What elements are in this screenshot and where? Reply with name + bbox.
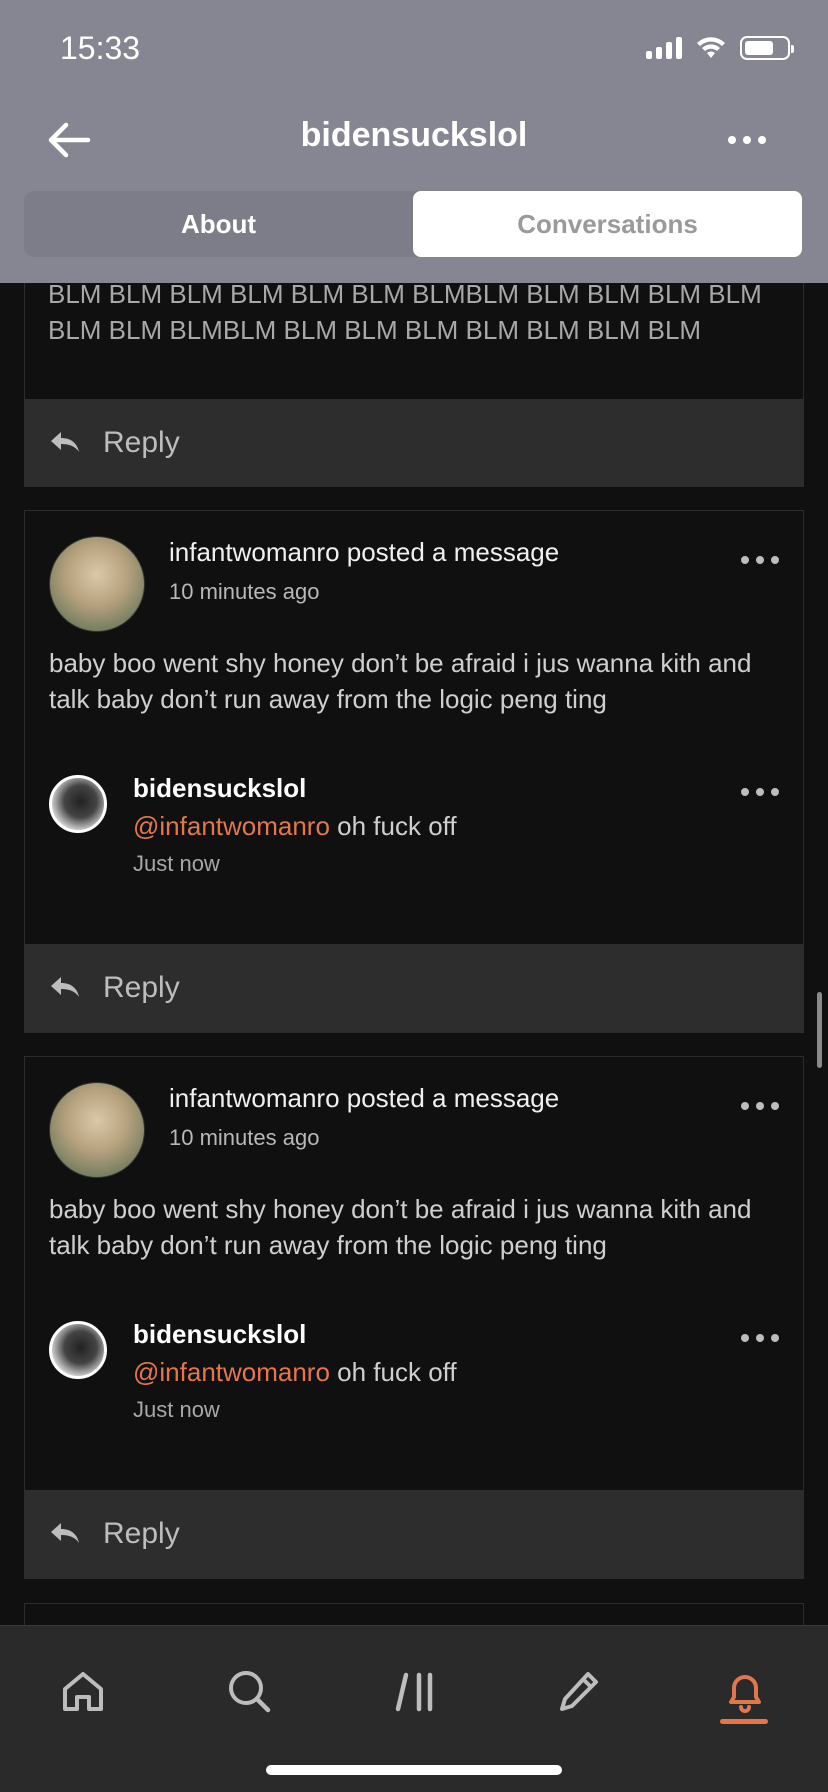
reply-body: oh fuck off [329, 1357, 457, 1387]
reply-button[interactable]: Reply [25, 1490, 803, 1578]
tab-conversations[interactable]: Conversations [413, 191, 802, 257]
reply-more-icon[interactable] [741, 1334, 779, 1342]
post-more-icon[interactable] [741, 1102, 779, 1110]
avatar[interactable] [49, 536, 145, 632]
nav-compose[interactable] [534, 1646, 624, 1736]
reply-text: @infantwomanro oh fuck off [133, 811, 457, 842]
scrollbar[interactable] [817, 992, 822, 1068]
mention-link[interactable]: @infantwomanro [133, 1357, 330, 1387]
mention-link[interactable]: @infantwomanro [133, 811, 330, 841]
bell-icon [729, 1675, 761, 1713]
active-tab-indicator [720, 1719, 768, 1724]
tab-about[interactable]: About [24, 191, 413, 257]
conversation-card: infantwomanro posted a message 10 minute… [24, 1056, 804, 1579]
battery-icon [740, 36, 794, 60]
post-header: infantwomanro posted a message 10 minute… [25, 1057, 803, 1187]
reply-label: Reply [103, 426, 180, 459]
home-icon [63, 1672, 103, 1711]
compose-icon [560, 1672, 598, 1711]
reply-username[interactable]: bidensuckslol [133, 1319, 306, 1350]
nav-home[interactable] [38, 1646, 128, 1736]
status-time: 15:33 [60, 30, 141, 66]
home-indicator [266, 1765, 562, 1775]
reply-button[interactable]: Reply [25, 944, 803, 1032]
post-timestamp: 10 minutes ago [169, 1125, 320, 1150]
avatar[interactable] [49, 1082, 145, 1178]
post-text: baby boo went shy honey don’t be afraid … [49, 1194, 752, 1260]
reply-button[interactable]: Reply [25, 399, 803, 487]
status-icons [646, 36, 794, 60]
avatar[interactable] [49, 775, 107, 833]
reply-username[interactable]: bidensuckslol [133, 773, 306, 804]
header: 15:33 bidensuckslol About Conversations [0, 0, 828, 283]
tab-bar: About Conversations [24, 191, 802, 257]
reply-icon [51, 977, 79, 997]
reply-item: bidensuckslol @infantwomanro oh fuck off… [25, 1291, 803, 1461]
reply-icon [51, 1523, 79, 1543]
nav-community[interactable] [370, 1646, 460, 1736]
nav-search[interactable] [204, 1646, 294, 1736]
post-text: baby boo went shy honey don’t be afraid … [49, 648, 752, 714]
screen: Reply BLM BLM BLM BLM BLM BLM BLMBLM BLM… [0, 0, 828, 1792]
reply-label: Reply [103, 971, 180, 1004]
reply-timestamp: Just now [133, 1397, 220, 1422]
reply-item: bidensuckslol @infantwomanro oh fuck off… [25, 745, 803, 915]
signal-icon [646, 37, 682, 59]
message-text: BLM BLM BLM BLM BLM BLM BLMBLM BLM BLM B… [48, 279, 762, 345]
wifi-icon [697, 37, 725, 58]
reply-text: @infantwomanro oh fuck off [133, 1357, 457, 1388]
reply-label: Reply [103, 1517, 180, 1550]
search-icon [229, 1671, 271, 1713]
avatar[interactable] [49, 1321, 107, 1379]
community-icon [395, 1672, 433, 1712]
conversation-card: infantwomanro posted a message 10 minute… [24, 510, 804, 1033]
page-title: bidensuckslol [300, 116, 528, 154]
post-timestamp: 10 minutes ago [169, 579, 320, 604]
reply-icon [51, 432, 79, 452]
reply-more-icon[interactable] [741, 788, 779, 796]
reply-body: oh fuck off [329, 811, 457, 841]
poster-line: infantwomanro posted a message [169, 537, 560, 567]
reply-timestamp: Just now [133, 851, 220, 876]
post-more-icon[interactable] [741, 556, 779, 564]
more-options-icon[interactable] [728, 120, 778, 160]
poster-line: infantwomanro posted a message [169, 1083, 560, 1113]
post-header: infantwomanro posted a message 10 minute… [25, 511, 803, 641]
